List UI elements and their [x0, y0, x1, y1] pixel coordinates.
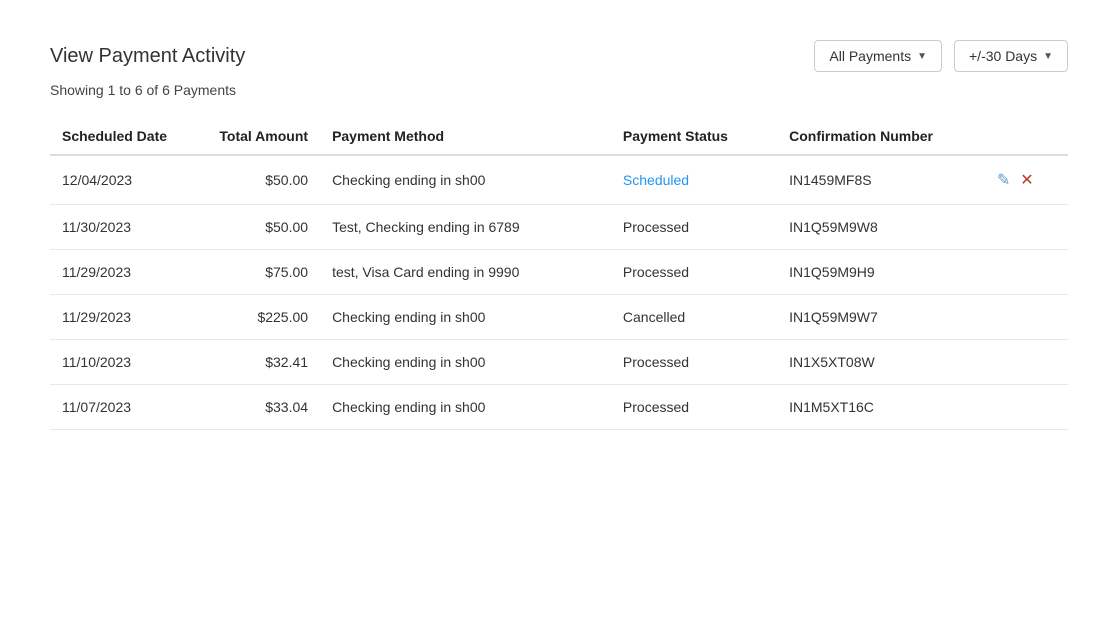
cell-total-amount: $33.04	[185, 385, 320, 430]
delete-icon[interactable]: ✕	[1020, 170, 1033, 190]
chevron-down-icon: ▼	[1043, 51, 1053, 62]
cell-payment-method: Checking ending in sh00	[320, 340, 611, 385]
cell-payment-status: Processed	[611, 205, 777, 250]
cell-actions	[985, 295, 1068, 340]
cell-payment-status: Cancelled	[611, 295, 777, 340]
cell-scheduled-date: 11/30/2023	[50, 205, 185, 250]
col-header-payment-status: Payment Status	[611, 118, 777, 155]
all-payments-button[interactable]: All Payments ▼	[814, 40, 942, 72]
cell-payment-status: Processed	[611, 250, 777, 295]
cell-payment-status: Processed	[611, 340, 777, 385]
cell-confirmation-number: IN1459MF8S	[777, 155, 985, 205]
cell-scheduled-date: 11/29/2023	[50, 295, 185, 340]
header-buttons: All Payments ▼ +/-30 Days ▼	[814, 40, 1068, 72]
table-row: 12/04/2023 $50.00 Checking ending in sh0…	[50, 155, 1068, 205]
table-row: 11/10/2023 $32.41 Checking ending in sh0…	[50, 340, 1068, 385]
cell-actions: ✎ ✕	[985, 155, 1068, 205]
days-filter-button[interactable]: +/-30 Days ▼	[954, 40, 1068, 72]
cell-confirmation-number: IN1Q59M9W8	[777, 205, 985, 250]
col-header-confirmation-number: Confirmation Number	[777, 118, 985, 155]
cell-scheduled-date: 12/04/2023	[50, 155, 185, 205]
cell-total-amount: $50.00	[185, 155, 320, 205]
cell-total-amount: $32.41	[185, 340, 320, 385]
cell-total-amount: $225.00	[185, 295, 320, 340]
table-row: 11/29/2023 $225.00 Checking ending in sh…	[50, 295, 1068, 340]
cell-payment-method: Checking ending in sh00	[320, 155, 611, 205]
table-row: 11/29/2023 $75.00 test, Visa Card ending…	[50, 250, 1068, 295]
page-container: View Payment Activity All Payments ▼ +/-…	[0, 0, 1118, 470]
cell-scheduled-date: 11/29/2023	[50, 250, 185, 295]
status-badge: Processed	[623, 219, 689, 235]
cell-confirmation-number: IN1X5XT08W	[777, 340, 985, 385]
table-header-row: Scheduled Date Total Amount Payment Meth…	[50, 118, 1068, 155]
all-payments-label: All Payments	[829, 48, 911, 64]
cell-payment-method: Checking ending in sh00	[320, 385, 611, 430]
status-badge: Processed	[623, 264, 689, 280]
status-badge: Scheduled	[623, 172, 689, 188]
status-badge: Cancelled	[623, 309, 685, 325]
days-filter-label: +/-30 Days	[969, 48, 1037, 64]
cell-actions	[985, 205, 1068, 250]
table-row: 11/30/2023 $50.00 Test, Checking ending …	[50, 205, 1068, 250]
cell-scheduled-date: 11/10/2023	[50, 340, 185, 385]
col-header-total-amount: Total Amount	[185, 118, 320, 155]
cell-confirmation-number: IN1Q59M9H9	[777, 250, 985, 295]
col-header-actions	[985, 118, 1068, 155]
payments-table: Scheduled Date Total Amount Payment Meth…	[50, 118, 1068, 430]
action-icons: ✎ ✕	[997, 170, 1056, 190]
status-badge: Processed	[623, 354, 689, 370]
edit-icon[interactable]: ✎	[997, 170, 1010, 190]
cell-actions	[985, 340, 1068, 385]
col-header-payment-method: Payment Method	[320, 118, 611, 155]
table-row: 11/07/2023 $33.04 Checking ending in sh0…	[50, 385, 1068, 430]
showing-text: Showing 1 to 6 of 6 Payments	[50, 82, 1068, 98]
page-title: View Payment Activity	[50, 45, 245, 68]
cell-payment-method: test, Visa Card ending in 9990	[320, 250, 611, 295]
cell-payment-method: Checking ending in sh00	[320, 295, 611, 340]
cell-actions	[985, 250, 1068, 295]
cell-confirmation-number: IN1Q59M9W7	[777, 295, 985, 340]
cell-total-amount: $75.00	[185, 250, 320, 295]
chevron-down-icon: ▼	[917, 51, 927, 62]
cell-scheduled-date: 11/07/2023	[50, 385, 185, 430]
cell-total-amount: $50.00	[185, 205, 320, 250]
cell-confirmation-number: IN1M5XT16C	[777, 385, 985, 430]
cell-payment-status: Scheduled	[611, 155, 777, 205]
cell-actions	[985, 385, 1068, 430]
cell-payment-status: Processed	[611, 385, 777, 430]
header-row: View Payment Activity All Payments ▼ +/-…	[50, 40, 1068, 72]
col-header-scheduled-date: Scheduled Date	[50, 118, 185, 155]
cell-payment-method: Test, Checking ending in 6789	[320, 205, 611, 250]
status-badge: Processed	[623, 399, 689, 415]
